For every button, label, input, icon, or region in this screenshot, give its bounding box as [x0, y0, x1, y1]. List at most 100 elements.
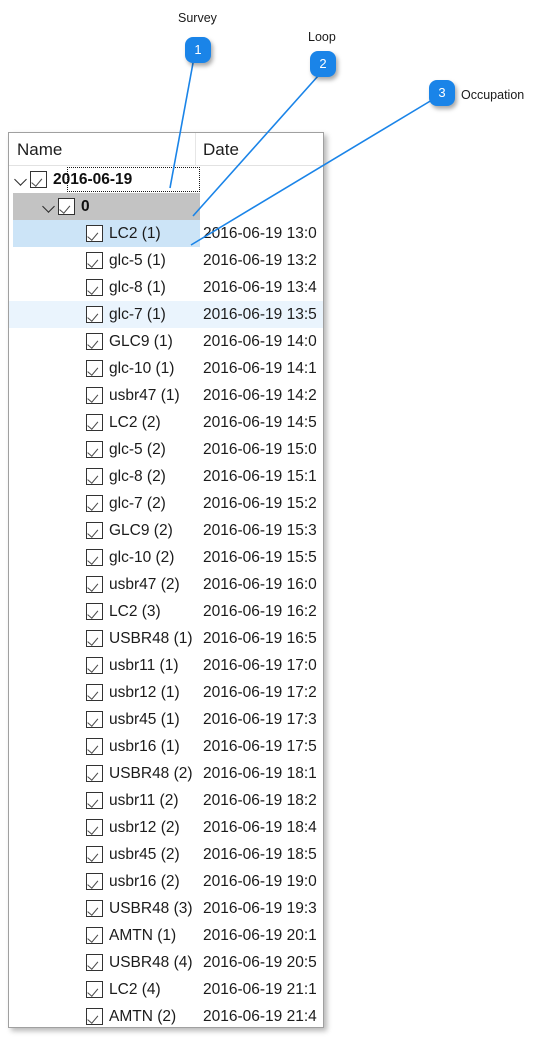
tree-row-name-cell[interactable]: usbr16 (1) [13, 733, 200, 760]
tree-row[interactable]: glc-8 (1) 2016-06-19 13:4 [9, 274, 323, 301]
tree-row[interactable]: USBR48 (3) 2016-06-19 19:3 [9, 895, 323, 922]
tree-row[interactable]: usbr12 (2) 2016-06-19 18:4 [9, 814, 323, 841]
tree-row[interactable]: usbr45 (1) 2016-06-19 17:3 [9, 706, 323, 733]
tree-row-name-cell[interactable]: glc-5 (1) [13, 247, 200, 274]
tree-row-name-cell[interactable]: 2016-06-19 [13, 166, 200, 193]
tree-row[interactable]: glc-7 (1) 2016-06-19 13:5 [9, 301, 323, 328]
column-divider[interactable] [195, 133, 196, 166]
tree-row[interactable]: LC2 (1) 2016-06-19 13:0 [9, 220, 323, 247]
row-checkbox[interactable] [58, 198, 75, 215]
tree-row-name-cell[interactable]: glc-5 (2) [13, 436, 200, 463]
row-checkbox[interactable] [30, 171, 47, 188]
tree-row-name-cell[interactable]: usbr47 (2) [13, 571, 200, 598]
tree-row[interactable]: LC2 (4) 2016-06-19 21:1 [9, 976, 323, 1003]
tree-row[interactable]: AMTN (1) 2016-06-19 20:1 [9, 922, 323, 949]
tree-row[interactable]: USBR48 (2) 2016-06-19 18:1 [9, 760, 323, 787]
tree-row-name-cell[interactable]: USBR48 (3) [13, 895, 200, 922]
tree-row[interactable]: LC2 (2) 2016-06-19 14:5 [9, 409, 323, 436]
tree-row-name-cell[interactable]: glc-7 (1) [13, 301, 200, 328]
tree-row[interactable]: usbr11 (2) 2016-06-19 18:2 [9, 787, 323, 814]
row-checkbox[interactable] [86, 603, 103, 620]
tree-row[interactable]: 2016-06-19 [9, 166, 323, 193]
row-checkbox[interactable] [86, 441, 103, 458]
tree-row-name-cell[interactable]: USBR48 (4) [13, 949, 200, 976]
callout-badge-3[interactable]: 3 [429, 80, 455, 106]
tree-row-name-cell[interactable]: usbr45 (1) [13, 706, 200, 733]
row-checkbox[interactable] [86, 630, 103, 647]
tree-row[interactable]: glc-7 (2) 2016-06-19 15:2 [9, 490, 323, 517]
tree-row[interactable]: usbr12 (1) 2016-06-19 17:2 [9, 679, 323, 706]
tree-row-name-cell[interactable]: LC2 (1) [13, 220, 200, 247]
row-checkbox[interactable] [86, 414, 103, 431]
tree-row[interactable]: glc-5 (2) 2016-06-19 15:0 [9, 436, 323, 463]
tree-row[interactable]: LC2 (3) 2016-06-19 16:2 [9, 598, 323, 625]
row-checkbox[interactable] [86, 1008, 103, 1025]
row-checkbox[interactable] [86, 900, 103, 917]
tree-row[interactable]: usbr11 (1) 2016-06-19 17:0 [9, 652, 323, 679]
row-checkbox[interactable] [86, 495, 103, 512]
tree-row-name-cell[interactable]: usbr47 (1) [13, 382, 200, 409]
tree-row-name-cell[interactable]: GLC9 (2) [13, 517, 200, 544]
row-checkbox[interactable] [86, 927, 103, 944]
tree-row-name-cell[interactable]: glc-8 (2) [13, 463, 200, 490]
tree-row[interactable]: usbr45 (2) 2016-06-19 18:5 [9, 841, 323, 868]
tree-row[interactable]: glc-10 (2) 2016-06-19 15:5 [9, 544, 323, 571]
tree-row[interactable]: GLC9 (2) 2016-06-19 15:3 [9, 517, 323, 544]
row-checkbox[interactable] [86, 522, 103, 539]
tree-row-name-cell[interactable]: USBR48 (2) [13, 760, 200, 787]
tree-row-name-cell[interactable]: 0 [13, 193, 200, 220]
tree-row[interactable]: glc-10 (1) 2016-06-19 14:1 [9, 355, 323, 382]
column-header-name[interactable]: Name [17, 140, 62, 160]
tree-row-name-cell[interactable]: usbr45 (2) [13, 841, 200, 868]
callout-badge-2[interactable]: 2 [310, 51, 336, 77]
tree-row[interactable]: 0 [9, 193, 323, 220]
tree-row-name-cell[interactable]: USBR48 (1) [13, 625, 200, 652]
tree-row[interactable]: usbr16 (2) 2016-06-19 19:0 [9, 868, 323, 895]
row-checkbox[interactable] [86, 387, 103, 404]
row-checkbox[interactable] [86, 360, 103, 377]
row-checkbox[interactable] [86, 252, 103, 269]
tree-row-name-cell[interactable]: glc-7 (2) [13, 490, 200, 517]
row-checkbox[interactable] [86, 576, 103, 593]
tree-row-name-cell[interactable]: usbr11 (2) [13, 787, 200, 814]
row-checkbox[interactable] [86, 711, 103, 728]
tree-row-name-cell[interactable]: usbr11 (1) [13, 652, 200, 679]
row-checkbox[interactable] [86, 981, 103, 998]
row-checkbox[interactable] [86, 657, 103, 674]
tree-row-name-cell[interactable]: usbr12 (1) [13, 679, 200, 706]
chevron-down-icon[interactable] [13, 166, 30, 193]
tree-row-name-cell[interactable]: usbr16 (2) [13, 868, 200, 895]
row-checkbox[interactable] [86, 306, 103, 323]
tree-row-name-cell[interactable]: LC2 (4) [13, 976, 200, 1003]
tree-row-name-cell[interactable]: glc-10 (1) [13, 355, 200, 382]
tree-row[interactable]: glc-8 (2) 2016-06-19 15:1 [9, 463, 323, 490]
row-checkbox[interactable] [86, 684, 103, 701]
chevron-down-icon[interactable] [41, 193, 58, 220]
row-checkbox[interactable] [86, 819, 103, 836]
row-checkbox[interactable] [86, 333, 103, 350]
row-checkbox[interactable] [86, 279, 103, 296]
tree-row-name-cell[interactable]: LC2 (2) [13, 409, 200, 436]
row-checkbox[interactable] [86, 873, 103, 890]
tree-row[interactable]: glc-5 (1) 2016-06-19 13:2 [9, 247, 323, 274]
tree-row[interactable]: usbr16 (1) 2016-06-19 17:5 [9, 733, 323, 760]
survey-tree-panel[interactable]: Name Date 2016-06-19 0 LC2 (1) 2016-06-19 1… [8, 132, 324, 1028]
tree-row-name-cell[interactable]: usbr12 (2) [13, 814, 200, 841]
tree-row[interactable]: USBR48 (1) 2016-06-19 16:5 [9, 625, 323, 652]
row-checkbox[interactable] [86, 468, 103, 485]
tree-row[interactable]: usbr47 (2) 2016-06-19 16:0 [9, 571, 323, 598]
tree-row-name-cell[interactable]: LC2 (3) [13, 598, 200, 625]
row-checkbox[interactable] [86, 549, 103, 566]
row-checkbox[interactable] [86, 846, 103, 863]
tree-row-name-cell[interactable]: glc-10 (2) [13, 544, 200, 571]
tree-row-name-cell[interactable]: AMTN (1) [13, 922, 200, 949]
row-checkbox[interactable] [86, 738, 103, 755]
tree-row-name-cell[interactable]: glc-8 (1) [13, 274, 200, 301]
column-header-date[interactable]: Date [203, 140, 239, 160]
tree-row[interactable]: usbr47 (1) 2016-06-19 14:2 [9, 382, 323, 409]
tree-row-name-cell[interactable]: AMTN (2) [13, 1003, 200, 1027]
tree-row-name-cell[interactable]: GLC9 (1) [13, 328, 200, 355]
callout-badge-1[interactable]: 1 [185, 37, 211, 63]
tree-row[interactable]: AMTN (2) 2016-06-19 21:4 [9, 1003, 323, 1027]
tree-row[interactable]: USBR48 (4) 2016-06-19 20:5 [9, 949, 323, 976]
